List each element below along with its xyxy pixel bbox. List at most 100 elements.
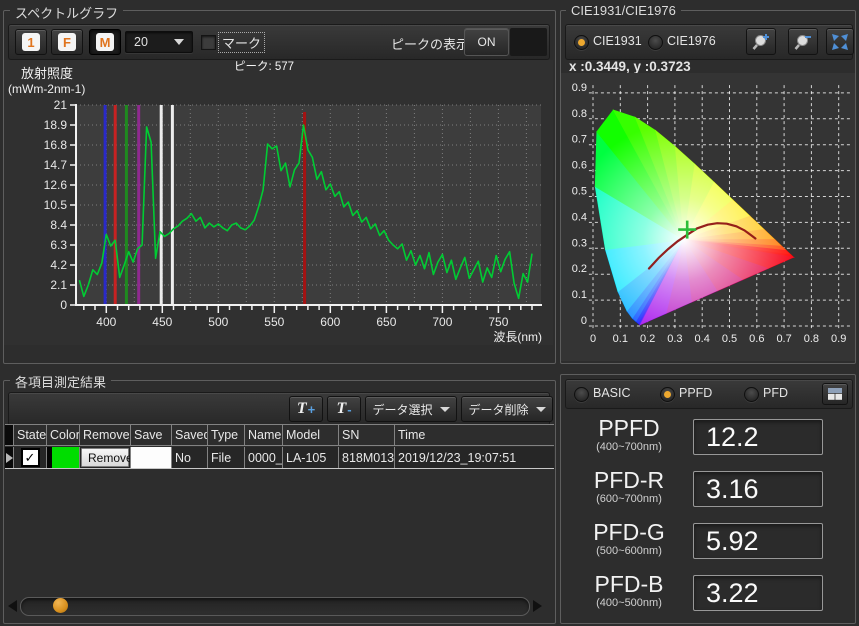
table-row[interactable]: ✓ Remove No File 0000_Y LA-105 818M0132 …: [5, 447, 554, 469]
col-save: Save: [131, 425, 172, 445]
mode-pfd-label[interactable]: PFD: [763, 386, 788, 400]
col-type: Type: [208, 425, 245, 445]
pfd-g-label-block: PFD-G (500~600nm): [567, 520, 691, 557]
svg-text:10.5: 10.5: [44, 198, 68, 212]
ppfd-label: PPFD: [567, 416, 691, 441]
svg-text:450: 450: [152, 315, 172, 329]
zoom-out-button[interactable]: [788, 28, 818, 55]
app-window: スペクトルグラフ 1 F M 20 マーク ピークの表示 ON 02.14.26…: [0, 0, 859, 626]
spectrum-panel: 1 F M 20 マーク ピークの表示 ON 02.14.26.38.410.5…: [3, 10, 556, 364]
cie-coordinate-readout: x :0.3449, y :0.3723: [569, 59, 691, 74]
ppfd-value: 12.2: [693, 419, 823, 455]
results-toolbar: T+ T- データ選択 データ削除: [8, 392, 550, 426]
graph-mode-f-button[interactable]: F: [51, 29, 83, 55]
svg-text:0.5: 0.5: [722, 333, 737, 345]
svg-text:750: 750: [488, 315, 508, 329]
svg-text:650: 650: [376, 315, 396, 329]
zoom-in-button[interactable]: [746, 28, 776, 55]
col-color: Color: [47, 425, 80, 445]
spectrum-chart: 02.14.26.38.410.512.614.716.818.92140045…: [4, 60, 553, 345]
mode-basic-radio[interactable]: [574, 387, 589, 402]
fit-view-button[interactable]: [826, 28, 854, 55]
col-sn: SN: [339, 425, 395, 445]
mark-checkbox-label[interactable]: マーク: [219, 33, 264, 52]
chevron-down-icon: [440, 407, 450, 412]
svg-text:18.9: 18.9: [44, 118, 68, 132]
saved-cell: No: [172, 447, 208, 468]
pfd-r-label-block: PFD-R (600~700nm): [567, 468, 691, 505]
graph-mode-1-button[interactable]: 1: [15, 29, 47, 55]
pfd-b-label: PFD-B: [567, 572, 691, 597]
mark-checkbox[interactable]: [201, 35, 216, 50]
data-delete-dropdown-button[interactable]: データ削除: [461, 396, 553, 422]
svg-text:0.4: 0.4: [572, 211, 587, 223]
svg-text:500: 500: [208, 315, 228, 329]
chevron-down-icon: [536, 407, 546, 412]
svg-text:0.9: 0.9: [831, 333, 846, 345]
svg-text:(mWm-2nm-1): (mWm-2nm-1): [8, 82, 85, 96]
svg-text:12.6: 12.6: [44, 178, 68, 192]
peak-display-off-segment[interactable]: [510, 28, 547, 56]
cie-chromaticity-chart: 000.10.10.20.20.30.30.40.40.50.50.60.60.…: [561, 73, 855, 361]
svg-text:ピーク: 577: ピーク: 577: [234, 60, 294, 73]
pfd-b-range: (400~500nm): [567, 597, 691, 609]
cie1976-radio[interactable]: [648, 35, 663, 50]
svg-text:0.3: 0.3: [572, 237, 587, 249]
svg-text:0.5: 0.5: [572, 186, 587, 198]
spectrum-panel-title: スペクトルグラフ: [10, 3, 123, 22]
mode-ppfd-label[interactable]: PPFD: [679, 386, 712, 400]
cie-panel-title: CIE1931/CIE1976: [566, 3, 681, 18]
zoom-out-icon: [793, 32, 813, 52]
col-model: Model: [283, 425, 339, 445]
ppfd-range: (400~700nm): [567, 441, 691, 453]
horizontal-scrollbar-thumb[interactable]: [53, 598, 68, 613]
cie1976-radio-label[interactable]: CIE1976: [667, 34, 716, 48]
pfd-r-value: 3.16: [693, 471, 823, 507]
mode-pfd-radio[interactable]: [744, 387, 759, 402]
data-select-dropdown-button[interactable]: データ選択: [365, 396, 457, 422]
pfd-r-label: PFD-R: [567, 468, 691, 493]
mode-basic-label[interactable]: BASIC: [593, 386, 631, 400]
peak-display-on-button[interactable]: ON: [464, 28, 509, 56]
remove-row-button[interactable]: Remove: [81, 448, 129, 467]
average-count-dropdown[interactable]: 20: [125, 31, 193, 53]
remove-trace-button[interactable]: T-: [327, 396, 361, 422]
fit-view-icon: [830, 32, 850, 52]
mode-ppfd-radio[interactable]: [660, 387, 675, 402]
color-swatch[interactable]: [52, 447, 79, 468]
ppfd-label-block: PPFD (400~700nm): [567, 416, 691, 453]
results-panel-title: 各項目測定結果: [10, 372, 111, 391]
svg-text:0.2: 0.2: [572, 263, 587, 275]
pfd-g-label: PFD-G: [567, 520, 691, 545]
svg-text:6.3: 6.3: [50, 238, 67, 252]
horizontal-scrollbar-track[interactable]: [20, 597, 530, 616]
zoom-in-icon: [751, 32, 771, 52]
scroll-right-arrow[interactable]: [533, 600, 542, 612]
color-cell[interactable]: [47, 447, 80, 468]
svg-text:0.3: 0.3: [667, 333, 682, 345]
name-cell: 0000_Y: [245, 447, 283, 468]
cie1931-radio-label[interactable]: CIE1931: [593, 34, 642, 48]
col-remove: Remove: [80, 425, 131, 445]
plus-icon: +: [308, 402, 316, 417]
graph-mode-m-button[interactable]: M: [89, 29, 121, 55]
state-checkbox[interactable]: ✓: [21, 448, 40, 467]
cie1931-radio[interactable]: [574, 35, 589, 50]
svg-text:0.4: 0.4: [695, 333, 710, 345]
spectrum-toolbar: 1 F M 20 マーク ピークの表示 ON: [8, 24, 550, 60]
add-trace-button[interactable]: T+: [289, 396, 323, 422]
save-cell[interactable]: [131, 447, 172, 468]
svg-text:放射照度: 放射照度: [21, 66, 73, 81]
svg-text:0.9: 0.9: [572, 82, 587, 94]
scroll-left-arrow[interactable]: [8, 600, 17, 612]
row-indicator-header-cell: [5, 425, 14, 445]
svg-text:0.1: 0.1: [613, 333, 628, 345]
row-indicator-cell: [5, 447, 14, 468]
svg-text:0.1: 0.1: [572, 289, 587, 301]
data-delete-label: データ削除: [468, 401, 528, 418]
time-cell: 2019/12/23_19:07:51: [395, 447, 554, 468]
table-view-button[interactable]: [822, 383, 848, 405]
svg-text:0: 0: [60, 298, 67, 312]
ppfd-mode-bar: BASIC PPFD PFD: [565, 379, 853, 409]
model-cell: LA-105: [283, 447, 339, 468]
